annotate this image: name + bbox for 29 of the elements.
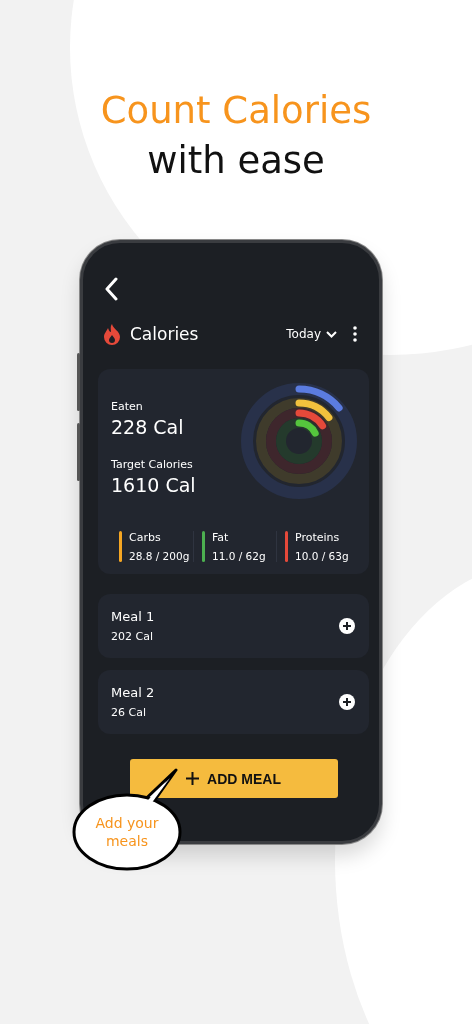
add-meal-button[interactable]: ADD MEAL bbox=[129, 759, 338, 798]
macro-name: Carbs bbox=[129, 531, 162, 544]
callout-text: Add your meals bbox=[94, 814, 160, 850]
back-icon[interactable] bbox=[104, 277, 118, 301]
macro-name: Fat bbox=[212, 531, 230, 544]
eaten-label: Eaten bbox=[111, 400, 144, 413]
plus-icon bbox=[186, 772, 200, 785]
macro-reading: 28.8 / 200g bbox=[129, 550, 190, 562]
meal-name: Meal 2 bbox=[111, 685, 155, 700]
meal-name: Meal 1 bbox=[111, 609, 155, 624]
add-icon[interactable] bbox=[339, 694, 355, 710]
meal-calories: 26 Cal bbox=[111, 706, 147, 719]
caret-icon bbox=[326, 330, 337, 338]
macro-reading: 11.0 / 62g bbox=[212, 550, 266, 562]
meal-calories: 202 Cal bbox=[111, 630, 154, 643]
flame-icon bbox=[103, 323, 121, 345]
more-icon[interactable] bbox=[353, 326, 357, 342]
macro-name: Proteins bbox=[295, 531, 341, 544]
meal-card[interactable]: Meal 1 202 Cal bbox=[98, 594, 369, 658]
headline: Count Calories bbox=[99, 88, 373, 134]
headline: with ease bbox=[146, 138, 326, 184]
target-value: 1610 Cal bbox=[111, 474, 196, 496]
macro-reading: 10.0 / 63g bbox=[295, 550, 349, 562]
period-dropdown[interactable]: Today bbox=[286, 327, 337, 341]
screen-title: Calories bbox=[130, 324, 200, 344]
add-icon[interactable] bbox=[339, 618, 355, 634]
eaten-value: 228 Cal bbox=[111, 416, 185, 438]
meal-card[interactable]: Meal 2 26 Cal bbox=[98, 670, 369, 734]
target-label: Target Calories bbox=[111, 458, 194, 471]
